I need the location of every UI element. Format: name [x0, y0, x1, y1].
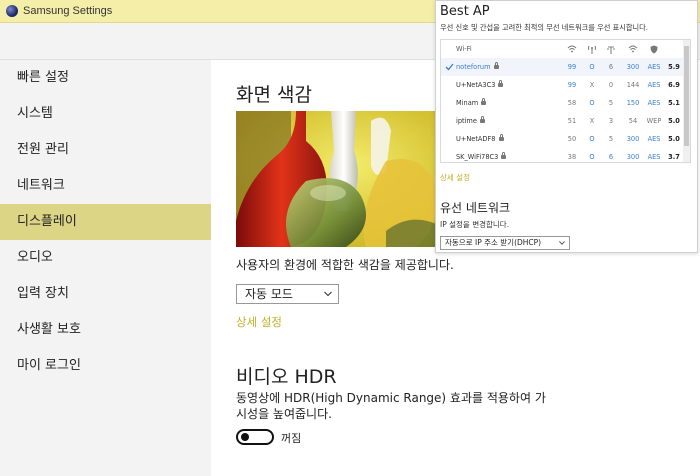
ap-name: U+NetA3C3 [456, 76, 546, 94]
ap-row-unet-a3c3[interactable]: U+NetA3C3 99 X 0 144 AES 6.9 [441, 76, 684, 94]
ap-score: 3.7 [668, 153, 680, 161]
best-ap-title: Best AP [440, 4, 490, 19]
sidebar-item-audio[interactable]: 오디오 [0, 240, 211, 276]
wired-network-title: 유선 네트워크 [440, 201, 511, 215]
shield-icon [644, 40, 664, 58]
sidebar-item-privacy[interactable]: 사생활 보호 [0, 312, 211, 348]
ap-table-scrollbar[interactable] [683, 40, 690, 162]
samsung-settings-app-icon [6, 5, 18, 17]
sidebar-item-quick-settings[interactable]: 빠른 설정 [0, 60, 211, 96]
ap-row-sk-wifi78c3[interactable]: SK_WiFi78C3 38 O 6 300 AES 3.7 [441, 148, 684, 162]
ap-speed: 54 [628, 117, 638, 125]
ap-row-minam[interactable]: Minam 58 O 5 150 AES 5.1 [441, 94, 684, 112]
ap-score: 5.1 [668, 99, 680, 107]
ap-row-iptime[interactable]: iptime 51 X 3 54 WEP 5.0 [441, 112, 684, 130]
ip-mode-value: 자동으로 IP 주소 받기(DHCP) [445, 238, 542, 247]
chevron-down-icon [559, 241, 565, 245]
ap-score: 6.9 [668, 81, 680, 89]
ap-interference: 3 [608, 117, 614, 125]
color-description: 사용자의 환경에 적합한 색감을 제공합니다. [236, 258, 454, 272]
ap-name: U+NetADF8 [456, 130, 546, 148]
best-ap-popup: Best AP 우선 신호 및 간섭을 고려한 최적의 무선 네트워크를 우선 … [435, 0, 698, 253]
ap-score: 5.0 [668, 135, 680, 143]
ap-encryption: AES [647, 135, 661, 143]
ap-name: noteforum [456, 58, 546, 76]
lock-icon [501, 152, 507, 159]
lock-icon [498, 134, 504, 141]
sidebar-item-display[interactable]: 디스플레이 [0, 204, 211, 240]
check-icon [443, 58, 455, 76]
ap-score: 5.9 [668, 63, 680, 71]
ap-signal: 58 [567, 99, 577, 107]
lock-icon [481, 98, 487, 105]
ap-table-header: Wi-Fi [441, 40, 684, 58]
ap-speed: 150 [626, 99, 640, 107]
sidebar-item-power[interactable]: 전원 관리 [0, 132, 211, 168]
ap-channel: O [589, 153, 595, 161]
hdr-toggle[interactable] [236, 429, 274, 445]
ap-name: SK_WiFi78C3 [456, 148, 546, 162]
wired-network-description: IP 설정을 변경합니다. [440, 220, 510, 229]
ip-mode-dropdown[interactable]: 자동으로 IP 주소 받기(DHCP) [440, 236, 570, 250]
sidebar: 빠른 설정 시스템 전원 관리 네트워크 디스플레이 오디오 입력 장치 사생활… [0, 60, 211, 476]
ap-interference: 6 [608, 63, 614, 71]
lock-icon [493, 62, 499, 69]
wifi-column-header: Wi-Fi [456, 45, 472, 53]
glass-vases-illustration [236, 111, 446, 247]
best-ap-subtitle: 우선 신호 및 간섭을 고려한 최적의 무선 네트워크를 우선 표시합니다. [440, 23, 648, 32]
hdr-toggle-state: 꺼짐 [281, 432, 302, 445]
hdr-section-title: 비디오 HDR [236, 366, 337, 388]
ap-encryption: WEP [646, 117, 662, 125]
sidebar-item-my-login[interactable]: 마이 로그인 [0, 348, 211, 384]
ap-detail-settings-link[interactable]: 상세 설정 [440, 172, 470, 183]
ap-signal: 50 [567, 135, 577, 143]
ap-signal: 99 [567, 81, 577, 89]
hdr-description: 동영상에 HDR(High Dynamic Range) 효과를 적용하여 가시… [236, 391, 546, 421]
ap-interference: 5 [608, 99, 614, 107]
ap-channel: O [589, 99, 595, 107]
sidebar-item-network[interactable]: 네트워크 [0, 168, 211, 204]
lock-icon [479, 116, 485, 123]
ap-encryption: AES [647, 63, 661, 71]
window-title: Samsung Settings [23, 5, 113, 17]
color-mode-value: 자동 모드 [245, 287, 293, 301]
ap-row-noteforum[interactable]: noteforum 99 O 6 300 AES 5.9 [441, 58, 684, 76]
ap-channel: X [589, 117, 595, 125]
chevron-down-icon [324, 291, 332, 297]
speed-wifi-icon [622, 40, 644, 58]
ap-channel: X [589, 81, 595, 89]
ap-encryption: AES [647, 99, 661, 107]
ap-row-unet-adf8[interactable]: U+NetADF8 50 O 5 300 AES 5.0 [441, 130, 684, 148]
ap-encryption: AES [647, 81, 661, 89]
ap-speed: 144 [626, 81, 640, 89]
ap-score: 5.0 [668, 117, 680, 125]
sidebar-item-system[interactable]: 시스템 [0, 96, 211, 132]
interference-icon [601, 40, 621, 58]
ap-signal: 38 [567, 153, 577, 161]
ap-name: iptime [456, 112, 546, 130]
ap-signal: 99 [567, 63, 577, 71]
scrollbar-thumb[interactable] [684, 46, 689, 146]
ap-channel: O [589, 135, 595, 143]
ap-encryption: AES [647, 153, 661, 161]
ap-speed: 300 [626, 135, 640, 143]
color-mode-dropdown[interactable]: 자동 모드 [236, 284, 339, 304]
ap-speed: 300 [626, 63, 640, 71]
ap-speed: 300 [626, 153, 640, 161]
ap-signal: 51 [567, 117, 577, 125]
ap-interference: 6 [608, 153, 614, 161]
lock-icon [498, 80, 504, 87]
antenna-icon [583, 40, 601, 58]
ap-table: Wi-Fi noteforum 99 O 6 300 AES 5.9 U+Net… [440, 39, 691, 163]
ap-interference: 0 [608, 81, 614, 89]
ap-channel: O [589, 63, 595, 71]
color-detail-settings-link[interactable]: 상세 설정 [236, 314, 282, 330]
color-section-title: 화면 색감 [236, 84, 312, 106]
color-preview-image [236, 111, 446, 247]
ap-name: Minam [456, 94, 546, 112]
wifi-signal-icon [561, 40, 583, 58]
sidebar-item-input-devices[interactable]: 입력 장치 [0, 276, 211, 312]
hdr-toggle-knob [241, 433, 249, 441]
ap-interference: 5 [608, 135, 614, 143]
